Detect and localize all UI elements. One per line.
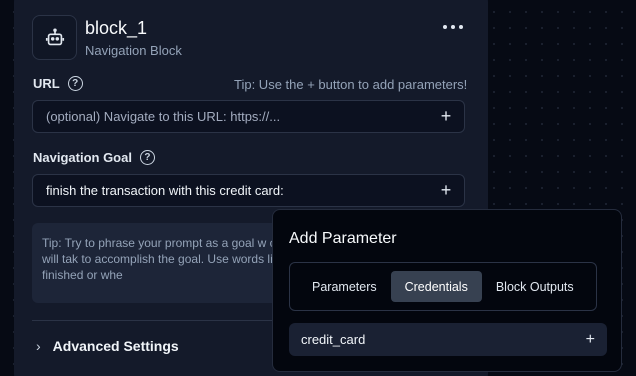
block-subtitle: Navigation Block xyxy=(85,43,182,58)
add-parameter-popover: Add Parameter Parameters Credentials Blo… xyxy=(272,209,622,372)
add-credential-icon[interactable]: + xyxy=(586,331,595,349)
advanced-settings-label: Advanced Settings xyxy=(52,338,179,354)
navigation-goal-help-icon[interactable]: ? xyxy=(139,150,155,165)
navigation-goal-input[interactable]: finish the transaction with this credit … xyxy=(32,174,465,207)
robot-icon xyxy=(45,27,64,45)
tab-block-outputs[interactable]: Block Outputs xyxy=(482,271,588,302)
more-options-button[interactable] xyxy=(440,20,466,34)
url-input[interactable]: (optional) Navigate to this URL: https:/… xyxy=(32,100,465,133)
chevron-right-icon: › xyxy=(36,338,41,354)
block-icon-box xyxy=(32,15,77,60)
more-horizontal-icon xyxy=(443,25,463,29)
add-parameter-url-button[interactable]: + xyxy=(428,106,464,127)
tab-credentials[interactable]: Credentials xyxy=(390,271,482,302)
url-help-icon[interactable]: ? xyxy=(67,76,83,91)
tab-parameters[interactable]: Parameters xyxy=(298,271,391,302)
navigation-goal-label-text: Navigation Goal xyxy=(33,150,132,165)
url-input-placeholder: (optional) Navigate to this URL: https:/… xyxy=(46,109,281,124)
credential-item-label: credit_card xyxy=(301,332,366,347)
navigation-goal-label: Navigation Goal ? xyxy=(33,150,155,165)
url-tip: Tip: Use the + button to add parameters! xyxy=(234,77,468,92)
credential-item[interactable]: credit_card + xyxy=(289,323,607,356)
navigation-goal-value: finish the transaction with this credit … xyxy=(46,183,284,198)
url-label: URL ? xyxy=(33,76,83,91)
block-title[interactable]: block_1 xyxy=(85,18,147,39)
add-parameter-goal-button[interactable]: + xyxy=(428,180,464,201)
parameter-tabs: Parameters Credentials Block Outputs xyxy=(289,262,597,311)
advanced-settings-toggle[interactable]: › Advanced Settings xyxy=(36,338,179,354)
url-label-text: URL xyxy=(33,76,60,91)
popover-title: Add Parameter xyxy=(289,230,397,247)
